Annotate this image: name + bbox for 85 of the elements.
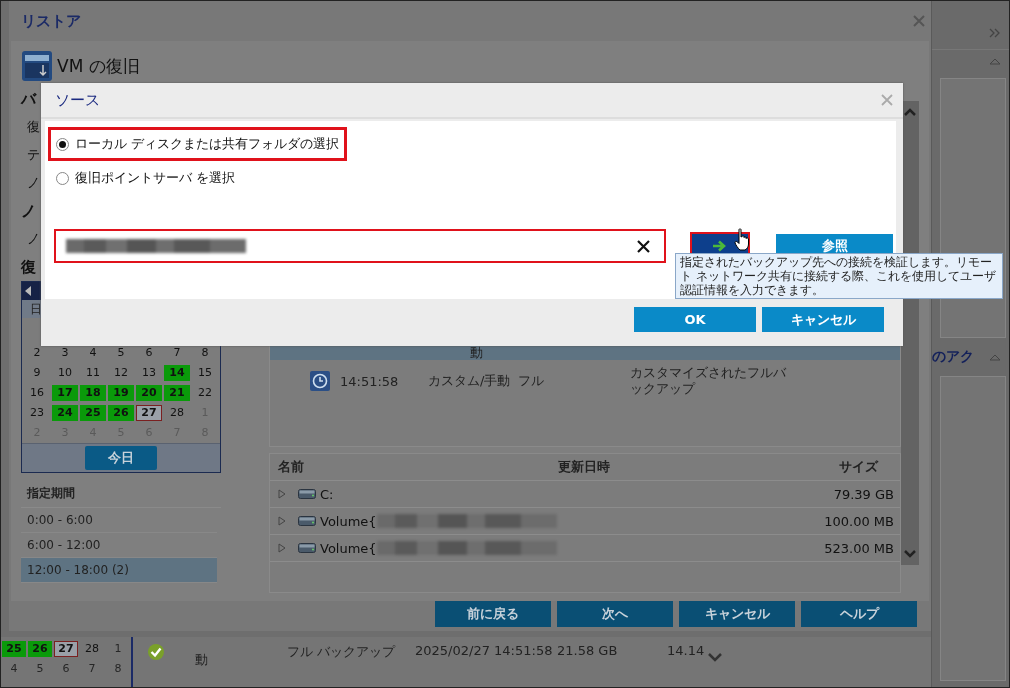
calendar-day[interactable]: 7 [164, 345, 190, 361]
table-cell-text: 動 [470, 346, 484, 360]
label-text: テ [26, 146, 40, 164]
calendar-day[interactable]: 7 [80, 661, 104, 677]
table-cell-text: 523.00 MB [823, 540, 895, 556]
radio-option[interactable]: 復旧ポイントサーバ を選択 [48, 161, 244, 195]
calendar-day[interactable]: 4 [2, 661, 26, 677]
table-cell-text: 100.00 MB [823, 513, 895, 529]
calendar-day[interactable]: 10 [52, 365, 78, 381]
dialog-button[interactable]: 次へ [557, 601, 673, 627]
calendar-day[interactable]: 6 [136, 345, 162, 361]
calendar-day[interactable]: 12 [108, 365, 134, 381]
calendar-day[interactable]: 8 [106, 661, 130, 677]
label-text: ノ [26, 174, 40, 192]
calendar-day[interactable]: 25 [2, 641, 26, 657]
table-row[interactable]: C: 79.39 GB [270, 481, 900, 508]
calendar-day[interactable]: 21 [164, 385, 190, 401]
label-text: ノ [26, 230, 40, 248]
calendar-day[interactable]: 5 [108, 345, 134, 361]
job-size: 21.58 GB [557, 643, 619, 658]
calendar-day[interactable]: 2 [24, 345, 50, 361]
weekday-label: 日 [30, 300, 42, 318]
calendar-day[interactable]: 3 [52, 345, 78, 361]
table-cell-text: 79.39 GB [832, 486, 895, 502]
calendar-day[interactable]: 13 [136, 365, 162, 381]
calendar-day[interactable]: 25 [79, 405, 106, 421]
calendar-day[interactable]: 26 [107, 405, 134, 421]
calendar-day[interactable]: 5 [28, 661, 52, 677]
calendar-day[interactable]: 27 [53, 641, 79, 657]
time-range-item[interactable]: 12:00 - 18:00 (2) [21, 558, 217, 583]
dialog-title: リストア [21, 11, 81, 31]
column-header[interactable]: 更新日時 [558, 458, 758, 476]
calendar-day[interactable]: 17 [52, 385, 78, 401]
file-name: Volume{ [320, 513, 377, 529]
panel-title: のアク [932, 348, 974, 366]
dialog-button[interactable]: ヘルプ [801, 601, 917, 627]
section-heading: VM の復旧 [57, 54, 140, 78]
table-cell-text: カスタム/手動 [428, 373, 512, 389]
table-row[interactable]: Volume{ 523.00 MB [270, 535, 900, 562]
calendar-day[interactable]: 1 [106, 641, 130, 657]
dialog-title: ソース [55, 90, 100, 110]
label-text: 復 [21, 257, 36, 278]
time-range-item[interactable]: 0:00 - 6:00 [21, 508, 217, 533]
table-cell-text: カスタマイズされたフルバックアップ [630, 365, 787, 397]
table-row[interactable]: 14:51:58 カスタム/手動 フル カスタマイズされたフルバックアップ [270, 360, 900, 402]
calendar-day[interactable]: 24 [52, 405, 78, 421]
calendar-day[interactable]: 28 [164, 405, 191, 421]
calendar-day[interactable]: 22 [192, 385, 218, 401]
label-text: バ [21, 89, 36, 110]
job-type: フル バックアップ [287, 643, 397, 661]
calendar-day[interactable]: 14 [164, 365, 190, 381]
table-row[interactable]: Volume{ 100.00 MB [270, 508, 900, 535]
column-header[interactable]: 名前 [270, 458, 558, 476]
dialog-button[interactable]: 前に戻る [435, 601, 551, 627]
dialog-button[interactable]: キャンセル [762, 307, 884, 332]
label-text: 復 [26, 118, 40, 136]
calendar-day[interactable]: 6 [54, 661, 78, 677]
calendar-day[interactable]: 18 [80, 385, 106, 401]
calendar-day[interactable]: 15 [192, 365, 218, 381]
calendar-day[interactable]: 19 [108, 385, 134, 401]
job-method: 動 [195, 651, 209, 669]
table-cell-text: フル [518, 372, 545, 390]
job-time: 2025/02/27 14:51:58 [415, 643, 554, 658]
calendar-day[interactable]: 16 [24, 385, 50, 401]
label-text: ノ [21, 201, 36, 222]
calendar-day[interactable]: 28 [80, 641, 105, 657]
calendar-day[interactable]: 23 [24, 405, 50, 421]
dialog-button[interactable]: OK [634, 307, 756, 332]
calendar-day[interactable]: 27 [135, 405, 163, 421]
table-cell-text: 14.14 [667, 643, 706, 658]
section-title: 指定期間 [21, 479, 221, 508]
calendar-day[interactable]: 26 [27, 641, 52, 657]
radio-option[interactable]: ローカル ディスクまたは共有フォルダの選択 [48, 127, 348, 161]
today-button[interactable]: 今日 [85, 446, 157, 470]
file-name: Volume{ [320, 540, 377, 556]
tooltip: 指定されたバックアップ先への接続を検証します。リモート ネットワーク共有に接続する際、これを使用してユーザ認証情報を入力できます。 [675, 253, 1003, 299]
calendar-day[interactable]: 20 [136, 385, 162, 401]
file-name: C: [320, 486, 334, 502]
calendar-day[interactable]: 9 [24, 365, 50, 381]
calendar-day[interactable]: 8 [192, 345, 218, 361]
dialog-button[interactable]: キャンセル [679, 601, 795, 627]
calendar-day[interactable]: 11 [80, 365, 106, 381]
table-cell-text: 14:51:58 [340, 373, 400, 389]
column-header[interactable]: サイズ [758, 458, 878, 476]
calendar-day[interactable]: 4 [80, 345, 106, 361]
